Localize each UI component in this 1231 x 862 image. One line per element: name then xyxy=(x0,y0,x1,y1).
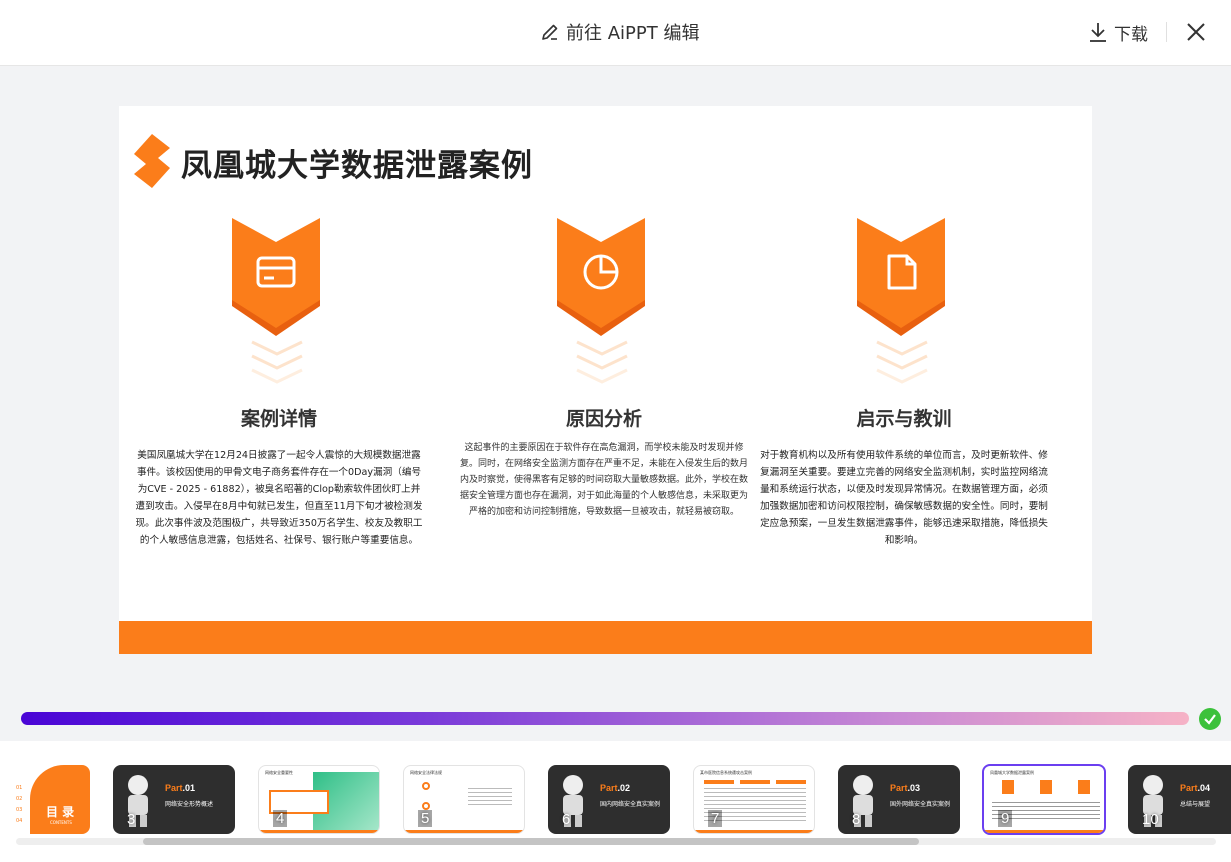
edit-in-aippt-button[interactable]: 前往 AiPPT 编辑 xyxy=(540,19,699,45)
thumb-footer xyxy=(694,830,814,833)
toolbar-divider xyxy=(1166,22,1167,42)
chevron-down-decoration xyxy=(251,340,303,384)
thumb-badge xyxy=(1040,780,1052,794)
thumb-part-label: Part.01 xyxy=(165,783,196,793)
thumb-tag xyxy=(776,780,806,784)
document-icon xyxy=(857,218,945,336)
thumb-part-subtitle: 国内网络安全真实案例 xyxy=(600,801,661,808)
column-body: 对于教育机构以及所有使用软件系统的单位而言，及时更新软件、修复漏洞至关重要。要建… xyxy=(760,450,1048,546)
thumbnail-toc[interactable]: 目 录 CONTENTS 01 02 03 04 xyxy=(0,765,90,834)
thumb-part-label: Part.03 xyxy=(890,783,921,793)
thumb-title: 凤凰城大学数据泄露案例 xyxy=(990,770,1034,775)
thumbnail-slide-5[interactable]: 网络安全法律法规 5 xyxy=(403,765,525,834)
thumb-number: 6 xyxy=(562,811,571,828)
thumb-number: 8 xyxy=(852,811,861,828)
thumb-part-subtitle: 网络安全形势概述 xyxy=(165,801,214,808)
thumbnail-slide-9[interactable]: 凤凰城大学数据泄露案例 9 xyxy=(982,764,1106,835)
column-body: 这起事件的主要原因在于软件存在高危漏洞，而学校未能及时发现并修复。同时，在网络安… xyxy=(459,443,748,517)
thumb-part-subtitle: 总结与展望 xyxy=(1180,801,1211,808)
download-label: 下载 xyxy=(1114,24,1148,45)
thumb-part-subtitle: 国外网络安全真实案例 xyxy=(890,801,951,808)
slide-footer-bar xyxy=(119,621,1092,654)
thumbnail-slide-6[interactable]: Part.02 国内网络安全真实案例 6 xyxy=(548,765,670,834)
thumb-number: 5 xyxy=(418,810,433,827)
toc-subtitle: CONTENTS xyxy=(50,820,72,825)
pencil-icon xyxy=(542,24,558,40)
column-body: 美国凤凰城大学在12月24日披露了一起令人震惊的大规模数据泄露事件。该校因使用的… xyxy=(135,450,423,546)
thumb-part-label: Part.02 xyxy=(600,783,631,793)
thumb-number: 7 xyxy=(708,810,723,827)
thumbnail-slide-8[interactable]: Part.03 国外网络安全真实案例 8 xyxy=(838,765,960,834)
thumb-title: 网络安全重要性 xyxy=(265,770,293,775)
check-circle-icon xyxy=(1199,708,1221,730)
thumbnail-slide-4[interactable]: 网络安全重要性 4 xyxy=(258,765,380,834)
thumbnail-slide-7[interactable]: 某市医院信息系统遭攻击案例 7 xyxy=(693,765,815,834)
generation-progress-bar xyxy=(21,712,1189,725)
thumb-bullet xyxy=(422,782,430,790)
close-icon[interactable] xyxy=(1184,20,1208,44)
column-heading: 原因分析 xyxy=(565,408,642,430)
thumb-part-label: Part.04 xyxy=(1180,783,1211,793)
column-heading: 案例详情 xyxy=(240,408,317,430)
download-icon xyxy=(1090,23,1106,42)
top-bar: 前往 AiPPT 编辑 下载 xyxy=(0,0,1231,66)
thumbnail-strip: 目 录 CONTENTS 01 02 03 04 Part.01 网络安全形势概述 3… xyxy=(0,741,1231,862)
thumb-number: 9 xyxy=(998,810,1013,827)
slide-title: 凤凰城大学数据泄露案例 xyxy=(181,148,533,184)
thumbnail-slide-3[interactable]: Part.01 网络安全形势概述 3 xyxy=(113,765,235,834)
thumb-number: 10 xyxy=(1142,811,1159,828)
chevron-down-decoration xyxy=(876,340,928,384)
thumbnail-scrollbar-thumb[interactable] xyxy=(143,838,919,845)
thumb-title: 某市医院信息系统遭攻击案例 xyxy=(700,770,752,775)
thumb-footer xyxy=(984,830,1104,833)
download-button[interactable]: 下载 xyxy=(1088,19,1148,45)
slide-preview: 凤凰城大学数据泄露案例 案例详情 美国凤凰城大学在12月24日披露了一起令人震惊… xyxy=(119,106,1092,654)
edit-label: 前往 AiPPT 编辑 xyxy=(566,23,700,44)
chevron-down-decoration xyxy=(576,340,628,384)
column-heading: 启示与教训 xyxy=(856,408,952,430)
thumb-title: 网络安全法律法规 xyxy=(410,770,442,775)
thumb-badge xyxy=(1078,780,1090,794)
title-accent-icon xyxy=(134,134,170,188)
thumb-footer xyxy=(259,830,379,833)
pie-chart-icon xyxy=(557,218,645,336)
card-icon xyxy=(232,218,320,336)
toc-title: 目 录 xyxy=(46,805,75,819)
thumb-tag xyxy=(740,780,770,784)
thumb-bullet xyxy=(422,802,430,810)
toc-items: 01 02 03 04 xyxy=(16,785,23,824)
thumb-text xyxy=(468,788,512,808)
thumb-badge xyxy=(1002,780,1014,794)
thumb-tag xyxy=(704,780,734,784)
thumb-number: 3 xyxy=(127,811,136,828)
thumb-footer xyxy=(404,830,524,833)
thumb-number: 4 xyxy=(273,810,288,827)
thumbnail-slide-10[interactable]: Part.04 总结与展望 10 xyxy=(1128,765,1231,834)
